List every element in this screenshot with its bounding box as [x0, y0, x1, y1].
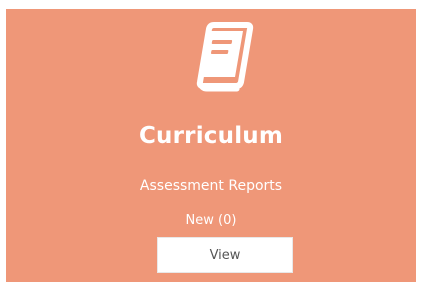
book-icon — [196, 22, 254, 92]
curriculum-card: Curriculum Assessment Reports New (0) Vi… — [6, 9, 416, 282]
page: Curriculum Assessment Reports New (0) Vi… — [0, 0, 428, 287]
card-title: Curriculum — [138, 123, 284, 149]
card-subtitle: Assessment Reports — [139, 178, 283, 194]
view-button[interactable]: View — [157, 237, 293, 273]
new-count: New (0) — [185, 213, 237, 228]
